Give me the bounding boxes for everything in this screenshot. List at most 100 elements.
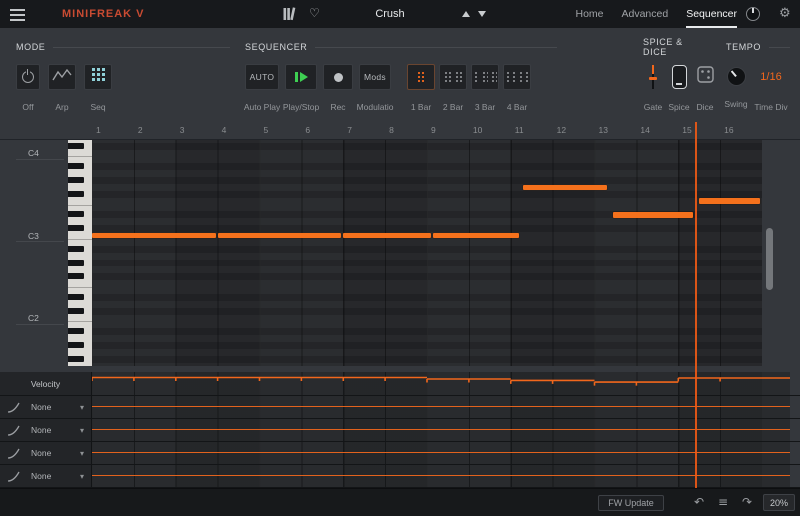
black-key[interactable] (68, 142, 85, 149)
bar-length-buttons: 1 Bar 2 Bar 3 Bar 4 Bar (407, 64, 531, 112)
note-F3[interactable] (699, 198, 760, 204)
step-grid-icon (473, 71, 480, 83)
mod-lane-body[interactable] (92, 396, 790, 418)
mod-source-select[interactable]: None (31, 448, 51, 458)
time-div-value[interactable]: 1/16 (754, 64, 788, 90)
preset-next-icon[interactable] (478, 11, 486, 17)
velocity-lane-body[interactable] (92, 372, 790, 395)
note-grid[interactable] (92, 140, 762, 366)
black-key[interactable] (68, 245, 85, 252)
master-volume-knob[interactable] (746, 7, 760, 21)
bar-button-group-1: 1 Bar (407, 64, 435, 112)
note-D#3[interactable] (613, 212, 693, 218)
bar-button-group-3: 3 Bar (471, 64, 499, 112)
bar-4-button[interactable] (503, 64, 531, 90)
black-key[interactable] (68, 163, 85, 170)
bar-2-button[interactable] (439, 64, 467, 90)
black-key[interactable] (68, 342, 85, 349)
fw-update-button[interactable]: FW Update (598, 495, 664, 511)
note-C3[interactable] (92, 232, 216, 239)
note-C3[interactable] (343, 232, 432, 239)
bar-3-button[interactable] (471, 64, 499, 90)
mod-curve-icon[interactable] (7, 425, 20, 436)
key-separator (68, 238, 92, 240)
gear-icon[interactable]: ⚙ (779, 6, 791, 21)
tab-home[interactable]: Home (575, 0, 603, 28)
mod-source-select[interactable]: None (31, 402, 51, 412)
preset-name[interactable]: Crush (330, 8, 450, 20)
tab-sequencer[interactable]: Sequencer (686, 0, 737, 28)
black-key[interactable] (68, 307, 85, 314)
ruler-step-6: 6 (305, 125, 311, 135)
note-C3[interactable] (433, 232, 520, 239)
note-G3[interactable] (523, 184, 608, 191)
dice-button[interactable] (696, 64, 714, 90)
mod-lane-4: None ▾ (0, 465, 800, 488)
ruler-step-1: 1 (96, 125, 101, 135)
velocity-lane: Velocity (0, 372, 800, 396)
ruler-step-15: 15 (682, 125, 692, 135)
mode-seq-button[interactable] (84, 64, 112, 90)
preset-previous-icon[interactable] (462, 11, 470, 17)
mode-panel-title: MODE (16, 42, 46, 52)
mode-off-button[interactable] (16, 64, 40, 90)
mod-curve-icon[interactable] (7, 471, 20, 482)
titlebar: MINIFREAK V ♡ Crush Home Advanced Sequen… (0, 0, 800, 28)
note-C3[interactable] (217, 232, 342, 239)
cpu-meter[interactable]: 20% (763, 494, 795, 511)
mode-arp-button[interactable] (48, 64, 76, 90)
ruler-step-7: 7 (347, 125, 352, 135)
bar-button-group-2: 2 Bar (439, 64, 467, 112)
spice-icon (671, 65, 687, 89)
ruler-step-4: 4 (221, 125, 227, 135)
swing-knob[interactable] (726, 67, 746, 86)
play-stop-button[interactable] (285, 64, 317, 90)
spice-dice-panel: SPICE & DICE Gate Spice Dice (643, 37, 715, 112)
black-key[interactable] (68, 328, 85, 335)
mod-curve-icon[interactable] (7, 448, 20, 459)
auto-play-button[interactable]: AUTO (245, 64, 279, 90)
ruler-step-8: 8 (389, 125, 394, 135)
mod-source-select[interactable]: None (31, 471, 51, 481)
hamburger-menu-icon[interactable] (10, 9, 25, 24)
mod-lanes: None ▾ None ▾ None ▾ None ▾ (0, 396, 800, 488)
black-key[interactable] (68, 293, 85, 300)
tab-advanced[interactable]: Advanced (622, 0, 669, 28)
velocity-lane-header: Velocity (0, 372, 92, 395)
mod-curve-icon[interactable] (7, 402, 20, 413)
step-ruler[interactable]: 1 2 3 4 5 6 7 8 9 10 11 12 13 14 15 16 (0, 122, 800, 140)
bar-4-label: 4 Bar (506, 102, 528, 112)
ruler-step-11: 11 (514, 125, 524, 135)
mod-lane-body[interactable] (92, 465, 790, 487)
vertical-scrollbar[interactable] (766, 228, 773, 290)
velocity-line (92, 376, 790, 386)
black-key[interactable] (68, 273, 85, 280)
black-key[interactable] (68, 177, 85, 184)
gate-slider[interactable] (647, 64, 659, 90)
undo-icon[interactable]: ↶ (694, 495, 704, 509)
black-key[interactable] (68, 190, 85, 197)
black-key[interactable] (68, 259, 85, 266)
mod-lane-header: None ▾ (0, 419, 92, 441)
mode-panel: MODE Off Arp Seq (16, 42, 230, 112)
preset-library-icon[interactable] (283, 7, 296, 26)
black-key[interactable] (68, 355, 85, 362)
bar-1-button[interactable] (407, 64, 435, 90)
time-div-label: Time Div (754, 102, 788, 112)
octave-gutter: C4 C3 C2 (0, 140, 68, 366)
ruler-step-16: 16 (724, 125, 734, 135)
mod-lane-body[interactable] (92, 442, 790, 464)
history-list-icon[interactable]: ≡ (718, 495, 728, 509)
mod-value-line (92, 451, 790, 454)
spice-slider[interactable] (671, 64, 687, 90)
black-key[interactable] (68, 211, 85, 218)
black-key[interactable] (68, 225, 85, 232)
piano-keyboard[interactable] (68, 140, 92, 366)
record-button[interactable] (323, 64, 353, 90)
mods-button[interactable]: Mods (359, 64, 391, 90)
redo-icon[interactable]: ↷ (742, 495, 752, 509)
favorite-heart-icon[interactable]: ♡ (309, 6, 320, 20)
mod-source-select[interactable]: None (31, 425, 51, 435)
mod-lane-body[interactable] (92, 419, 790, 441)
ruler-step-13: 13 (598, 125, 608, 135)
